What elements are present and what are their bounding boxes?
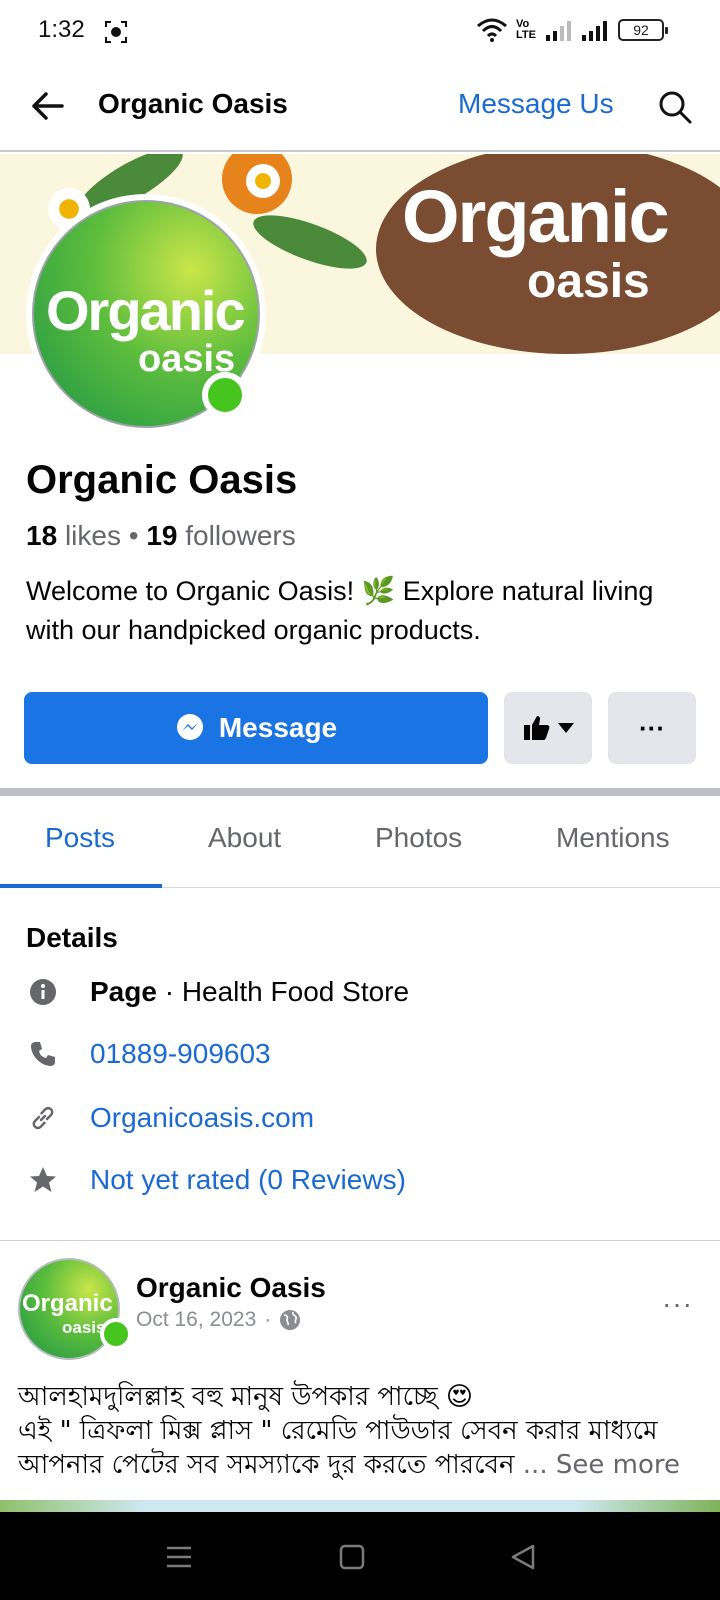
followers-label: followers (185, 520, 296, 551)
post-meta: Oct 16, 2023 · (136, 1308, 301, 1332)
thumbs-up-icon (524, 716, 550, 740)
category-label: · Health Food Store (156, 976, 410, 1007)
category-type: Page (90, 976, 157, 1007)
page-stats: 18 likes • 19 followers (26, 520, 296, 552)
post-date[interactable]: Oct 16, 2023 (136, 1308, 256, 1332)
message-button-label: Message (218, 712, 338, 743)
detail-category: Page · Health Food Store (26, 970, 706, 1014)
back-arrow-icon[interactable] (28, 86, 68, 126)
info-icon (30, 979, 56, 1005)
section-divider (0, 1240, 720, 1241)
online-status-dot (202, 372, 248, 418)
stats-separator: • (128, 520, 147, 551)
star-icon (30, 1167, 56, 1192)
back-icon[interactable] (508, 1542, 538, 1572)
detail-phone[interactable]: 01889-909603 (26, 1032, 706, 1076)
messenger-icon (176, 714, 203, 740)
detail-website[interactable]: Organicoasis.com (26, 1096, 706, 1140)
post-text-line: আলহামদুলিল্লাহ বহু মানুষ উপকার পাচ্ছে 😍 (18, 1382, 474, 1412)
post-avatar-logo-text: Organic (22, 1290, 113, 1317)
wifi-icon (477, 18, 507, 42)
header-title: Organic Oasis (98, 88, 288, 119)
battery-icon: 92 (618, 19, 668, 41)
post-text: আলহামদুলিল্লাহ বহু মানুষ উপকার পাচ্ছে 😍 … (18, 1380, 708, 1482)
cover-logo-subtext: oasis (527, 255, 650, 308)
signal-icon-2 (582, 21, 607, 41)
battery-level: 92 (633, 22, 649, 38)
status-indicators: Vo LTE 92 (476, 18, 668, 42)
post-options-icon[interactable]: ··· (662, 1288, 693, 1320)
post-text-line: আপনার পেটের সব সমস্যাকে দুর করতে পারবেন (18, 1450, 515, 1480)
page-tabs: Posts About Photos Mentions (0, 796, 720, 888)
post-avatar-logo-subtext: oasis (62, 1318, 106, 1337)
tab-posts[interactable]: Posts (45, 822, 115, 854)
phone-number-link[interactable]: 01889-909603 (90, 1038, 271, 1070)
page-bio: Welcome to Organic Oasis! 🌿 Explore natu… (26, 576, 654, 645)
home-icon[interactable] (337, 1542, 367, 1572)
active-tab-indicator (0, 884, 162, 888)
post-text-line: এই " ত্রিফলা মিক্স প্লাস " রেমেডি পাউডার… (18, 1416, 658, 1446)
tab-about[interactable]: About (208, 822, 281, 854)
flower-decoration (246, 164, 280, 198)
globe-icon (280, 1310, 301, 1330)
page-title: Organic Oasis (26, 458, 298, 502)
tab-photos[interactable]: Photos (375, 822, 462, 854)
menu-icon[interactable] (164, 1542, 194, 1572)
message-us-link[interactable]: Message Us (458, 88, 614, 120)
avatar-logo-text: Organic (46, 279, 246, 342)
section-divider (0, 788, 720, 796)
meta-separator: · (264, 1308, 272, 1331)
page-header: Organic Oasis Message Us (0, 64, 720, 152)
post-online-dot (100, 1318, 132, 1350)
system-navigation-bar (0, 1512, 720, 1600)
leaf-decoration (247, 204, 373, 280)
post-image[interactable] (0, 1500, 720, 1512)
link-icon (32, 1106, 54, 1130)
cover-logo-text: Organic (402, 175, 670, 258)
caret-down-icon (558, 723, 574, 733)
tab-mentions[interactable]: Mentions (556, 822, 670, 854)
likes-count: 18 (26, 520, 58, 551)
search-icon[interactable] (656, 88, 694, 126)
followers-count: 19 (146, 520, 178, 551)
like-dropdown-button[interactable] (504, 692, 592, 764)
message-button[interactable]: Message (24, 692, 488, 764)
see-more-link[interactable]: ... See more (515, 1450, 680, 1480)
screen-record-icon (105, 21, 127, 43)
signal-icon-1 (546, 21, 571, 41)
post-author-name[interactable]: Organic Oasis (136, 1272, 326, 1304)
rating-link[interactable]: Not yet rated (0 Reviews) (90, 1164, 406, 1196)
likes-label: likes (64, 520, 121, 551)
detail-rating[interactable]: Not yet rated (0 Reviews) (26, 1158, 706, 1202)
details-heading: Details (26, 922, 118, 953)
website-link[interactable]: Organicoasis.com (90, 1102, 314, 1134)
volte-label: Vo LTE (516, 18, 536, 41)
status-bar: 1:32 Vo LTE 92 (0, 0, 720, 64)
phone-icon (31, 1042, 55, 1066)
status-time: 1:32 (38, 16, 85, 43)
more-options-button[interactable]: ··· (608, 692, 696, 764)
